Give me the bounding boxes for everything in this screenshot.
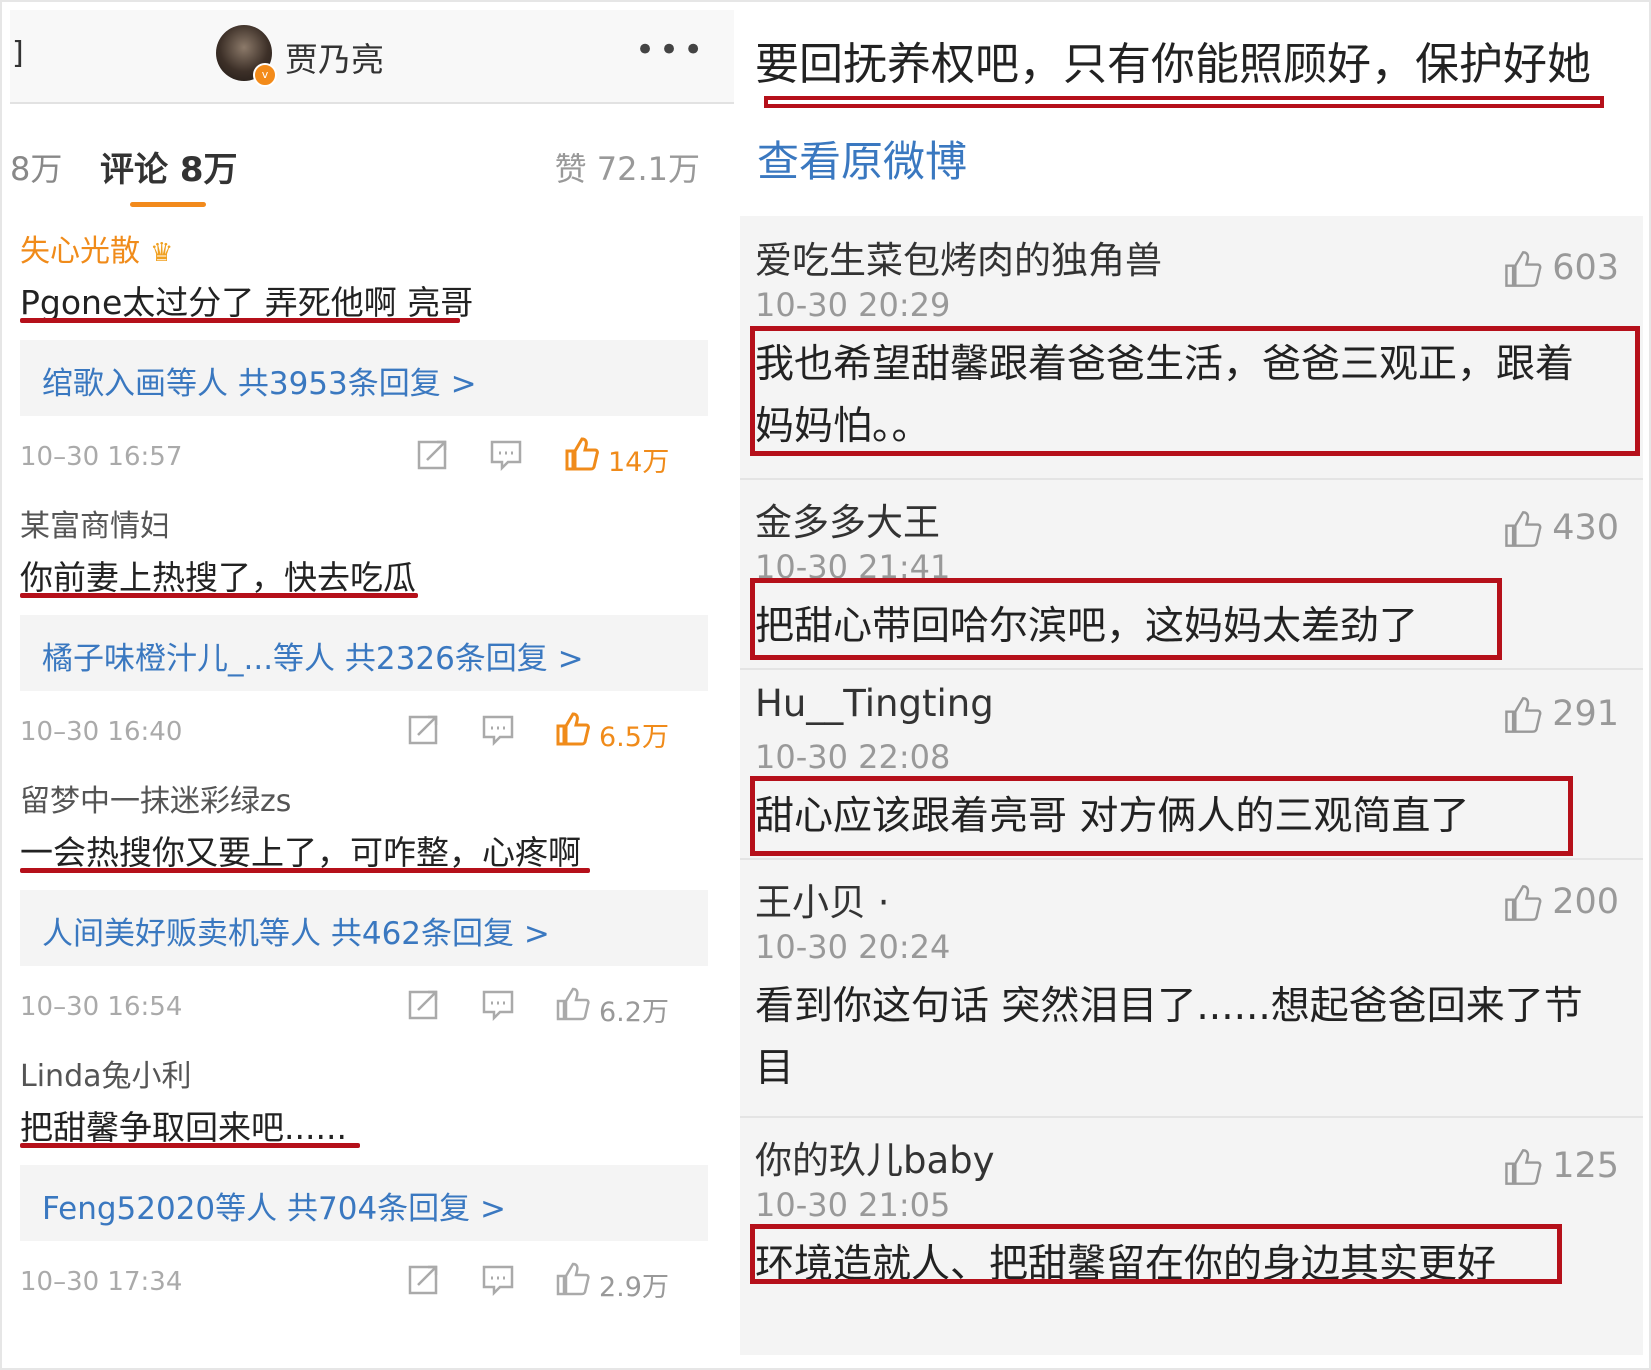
comment-username[interactable]: Linda兔小利 (20, 1051, 192, 1095)
like-count: 603 (1552, 248, 1619, 288)
comment-time: 10-30 22:08 (755, 738, 951, 776)
share-icon[interactable] (406, 986, 442, 1022)
red-highlight-box (750, 776, 1573, 856)
comment-text: 看到你这句话 突然泪目了......想起爸爸回来了节目 (755, 984, 1583, 1091)
reply-summary[interactable]: 橘子味橙汁儿_...等人 共2326条回复 > (42, 633, 584, 678)
like-icon[interactable] (554, 711, 590, 747)
reply-summary-box[interactable]: 绾歌入画等人 共3953条回复 > (20, 340, 708, 416)
comment-item: 王小贝 · 10-30 20:24 200 看到你这句话 突然泪目了......… (740, 858, 1643, 1118)
more-dots-icon[interactable]: ••• (635, 30, 707, 70)
tab-reposts[interactable]: 8万 (10, 144, 62, 190)
like-count: 6.2万 (599, 997, 669, 1028)
like-count: 14万 (608, 447, 670, 478)
comment-username[interactable]: 失心光散 ♛ (20, 226, 173, 270)
share-icon[interactable] (406, 1261, 442, 1297)
like-button[interactable]: 200 (1502, 882, 1619, 923)
back-icon[interactable]: ] (12, 36, 24, 71)
reply-summary[interactable]: 绾歌入画等人 共3953条回复 > (42, 358, 477, 403)
like-count: 291 (1552, 694, 1619, 734)
like-icon[interactable] (1502, 695, 1542, 735)
comment-icon[interactable] (480, 1261, 516, 1297)
like-button[interactable]: 125 (1502, 1146, 1619, 1187)
comment-time: 10–30 16:40 (20, 717, 183, 747)
verified-badge-icon: v (253, 63, 277, 87)
comment-username[interactable]: 某富商情妇 (20, 501, 170, 545)
red-underline (20, 1143, 360, 1148)
like-icon[interactable] (554, 1261, 590, 1297)
red-highlight-underline (764, 96, 1604, 108)
like-count: 2.9万 (599, 1272, 669, 1303)
crown-icon: ♛ (150, 238, 174, 268)
comment-time: 10–30 16:54 (20, 992, 183, 1022)
like-button[interactable]: 430 (1502, 508, 1619, 549)
comment-item: 金多多大王 10-30 21:41 430 把甜心带回哈尔滨吧，这妈妈太差劲了 (740, 478, 1643, 670)
like-count: 6.5万 (599, 722, 669, 753)
hot-comments-list: 爱吃生菜包烤肉的独角兽 10-30 20:29 603 我也希望甜馨跟着爸爸生活… (740, 216, 1643, 1355)
comment-username[interactable]: 爱吃生菜包烤肉的独角兽 (755, 230, 1162, 284)
comment-username[interactable]: 金多多大王 (755, 492, 940, 546)
profile-header: ] v 贾乃亮 ••• (10, 10, 734, 104)
original-post-panel: 要回抚养权吧，只有你能照顾好，保护好她 查看原微博 爱吃生菜包烤肉的独角兽 10… (740, 10, 1643, 1355)
active-tab-indicator (130, 202, 206, 207)
comment-text: 你前妻上热搜了，快去吃瓜 (20, 558, 416, 597)
comment-item: Hu__Tingting 10-30 22:08 291 甜心应该跟着亮哥 对方… (740, 668, 1643, 860)
comment-time: 10-30 21:05 (755, 1186, 951, 1224)
like-icon[interactable] (1502, 883, 1542, 923)
like-icon[interactable] (554, 986, 590, 1022)
profile-name[interactable]: 贾乃亮 (285, 33, 384, 81)
like-icon[interactable] (1502, 1147, 1542, 1187)
like-button[interactable]: 291 (1502, 694, 1619, 735)
comment-icon[interactable] (480, 986, 516, 1022)
comment-time: 10–30 16:57 (20, 442, 183, 472)
like-icon[interactable] (1502, 249, 1542, 289)
reply-summary[interactable]: Feng52020等人 共704条回复 > (42, 1183, 506, 1228)
comment-username[interactable]: Hu__Tingting (755, 682, 994, 725)
red-highlight-box (750, 578, 1502, 660)
comment-item: 你的玖儿baby 10-30 21:05 125 环境造就人、把甜馨留在你的身边… (740, 1116, 1643, 1355)
reply-summary-box[interactable]: Feng52020等人 共704条回复 > (20, 1165, 708, 1241)
comment-item: 留梦中一抹迷彩绿zs 一会热搜你又要上了，可咋整，心疼啊 人间美好贩卖机等人 共… (10, 764, 734, 1051)
tab-likes[interactable]: 赞 72.1万 (555, 144, 700, 190)
tab-comments[interactable]: 评论 8万 (100, 142, 238, 191)
share-icon[interactable] (415, 436, 451, 472)
reply-summary-box[interactable]: 橘子味橙汁儿_...等人 共2326条回复 > (20, 615, 708, 691)
comment-text: 一会热搜你又要上了，可咋整，心疼啊 (20, 833, 581, 872)
reply-summary-box[interactable]: 人间美好贩卖机等人 共462条回复 > (20, 890, 708, 966)
comment-username[interactable]: 王小贝 · (755, 872, 890, 926)
view-original-link[interactable]: 查看原微博 (757, 128, 967, 189)
comment-item: 爱吃生菜包烤肉的独角兽 10-30 20:29 603 我也希望甜馨跟着爸爸生活… (740, 216, 1643, 480)
comment-time: 10–30 17:34 (20, 1267, 183, 1297)
comment-time: 10-30 20:29 (755, 286, 951, 324)
red-highlight-box (750, 1224, 1562, 1284)
like-count: 200 (1552, 882, 1619, 922)
comment-time: 10-30 20:24 (755, 928, 951, 966)
comment-text: 把甜馨争取回来吧...... (20, 1108, 347, 1147)
comment-text: Pgone太过分了 弄死他啊 亮哥 (20, 283, 474, 322)
share-icon[interactable] (406, 711, 442, 747)
comment-item: 某富商情妇 你前妻上热搜了，快去吃瓜 橘子味橙汁儿_...等人 共2326条回复… (10, 489, 734, 776)
comment-username[interactable]: 留梦中一抹迷彩绿zs (20, 776, 291, 820)
red-underline (20, 593, 418, 598)
comment-item: 失心光散 ♛ Pgone太过分了 弄死他啊 亮哥 绾歌入画等人 共3953条回复 … (10, 214, 734, 501)
like-button[interactable]: 603 (1502, 248, 1619, 289)
like-count: 125 (1552, 1146, 1619, 1186)
original-post-text: 要回抚养权吧，只有你能照顾好，保护好她 (755, 39, 1591, 90)
tab-bar: 8万 评论 8万 赞 72.1万 (10, 104, 734, 216)
comment-icon[interactable] (480, 711, 516, 747)
comment-username[interactable]: 你的玖儿baby (755, 1130, 995, 1184)
red-underline (20, 868, 590, 873)
like-icon[interactable] (563, 436, 599, 472)
red-highlight-box (750, 326, 1640, 456)
like-icon[interactable] (1502, 509, 1542, 549)
comment-icon[interactable] (488, 436, 524, 472)
red-underline (20, 318, 460, 323)
like-count: 430 (1552, 508, 1619, 548)
weibo-comments-panel: ] v 贾乃亮 ••• 8万 评论 8万 赞 72.1万 失心光散 ♛ Pgone… (10, 10, 734, 1355)
comment-item: Linda兔小利 把甜馨争取回来吧...... Feng52020等人 共704… (10, 1039, 734, 1324)
reply-summary[interactable]: 人间美好贩卖机等人 共462条回复 > (42, 908, 550, 953)
